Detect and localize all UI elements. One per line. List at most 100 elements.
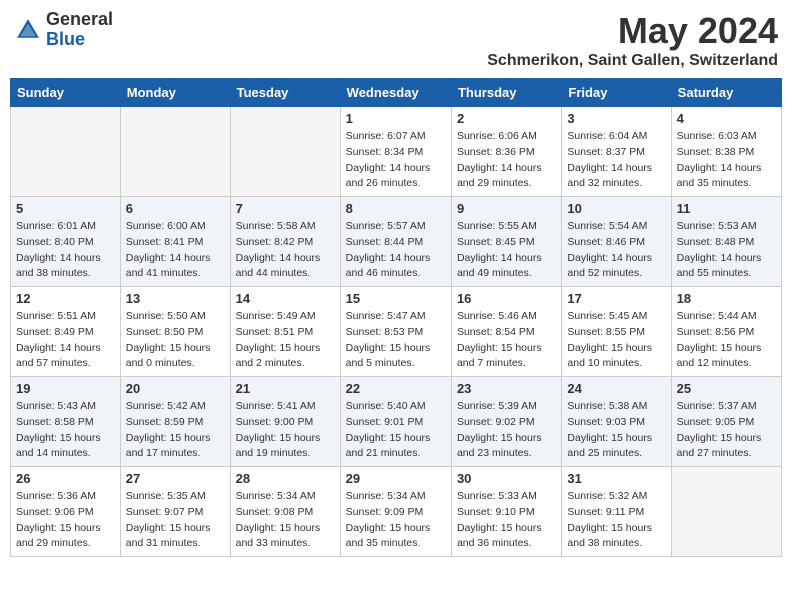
day-number: 27	[126, 471, 225, 486]
calendar-day-cell: 4 Sunrise: 6:03 AMSunset: 8:38 PMDaylight…	[671, 107, 781, 197]
logo-general-text: General	[46, 10, 113, 30]
day-info: Sunrise: 5:49 AMSunset: 8:51 PMDaylight:…	[236, 309, 335, 372]
calendar-day-cell: 30 Sunrise: 5:33 AMSunset: 9:10 PMDayligh…	[451, 467, 561, 557]
day-info: Sunrise: 5:58 AMSunset: 8:42 PMDaylight:…	[236, 219, 335, 282]
calendar-day-cell: 24 Sunrise: 5:38 AMSunset: 9:03 PMDayligh…	[562, 377, 671, 467]
day-number: 10	[567, 201, 665, 216]
day-info: Sunrise: 5:33 AMSunset: 9:10 PMDaylight:…	[457, 489, 556, 552]
calendar-day-cell: 1Sunrise: 6:07 AMSunset: 8:34 PMDaylight…	[340, 107, 451, 197]
day-info: Sunrise: 5:54 AMSunset: 8:46 PMDaylight:…	[567, 219, 665, 282]
day-info: Sunrise: 6:03 AMSunset: 8:38 PMDaylight:…	[677, 129, 776, 192]
day-info: Sunrise: 5:47 AMSunset: 8:53 PMDaylight:…	[346, 309, 446, 372]
calendar-day-cell: 15 Sunrise: 5:47 AMSunset: 8:53 PMDayligh…	[340, 287, 451, 377]
day-number: 6	[126, 201, 225, 216]
day-number: 28	[236, 471, 335, 486]
day-number: 7	[236, 201, 335, 216]
day-info: Sunrise: 5:51 AMSunset: 8:49 PMDaylight:…	[16, 309, 115, 372]
day-info: Sunrise: 5:39 AMSunset: 9:02 PMDaylight:…	[457, 399, 556, 462]
calendar-day-cell: 16Sunrise: 5:46 AMSunset: 8:54 PMDayligh…	[451, 287, 561, 377]
calendar-day-cell: 18 Sunrise: 5:44 AMSunset: 8:56 PMDayligh…	[671, 287, 781, 377]
day-info: Sunrise: 5:37 AMSunset: 9:05 PMDaylight:…	[677, 399, 776, 462]
day-info: Sunrise: 5:41 AMSunset: 9:00 PMDaylight:…	[236, 399, 335, 462]
day-number: 15	[346, 291, 446, 306]
calendar-day-cell	[11, 107, 121, 197]
weekday-header-cell: Tuesday	[230, 79, 340, 107]
day-number: 18	[677, 291, 776, 306]
day-number: 5	[16, 201, 115, 216]
calendar-day-cell: 23 Sunrise: 5:39 AMSunset: 9:02 PMDayligh…	[451, 377, 561, 467]
day-info: Sunrise: 5:55 AMSunset: 8:45 PMDaylight:…	[457, 219, 556, 282]
day-info: Sunrise: 5:53 AMSunset: 8:48 PMDaylight:…	[677, 219, 776, 282]
day-number: 21	[236, 381, 335, 396]
calendar-day-cell	[671, 467, 781, 557]
day-number: 29	[346, 471, 446, 486]
day-info: Sunrise: 5:32 AMSunset: 9:11 PMDaylight:…	[567, 489, 665, 552]
day-number: 8	[346, 201, 446, 216]
month-title: May 2024	[487, 10, 778, 52]
day-info: Sunrise: 5:35 AMSunset: 9:07 PMDaylight:…	[126, 489, 225, 552]
logo-icon	[14, 16, 42, 44]
calendar-day-cell: 13 Sunrise: 5:50 AMSunset: 8:50 PMDayligh…	[120, 287, 230, 377]
day-number: 23	[457, 381, 556, 396]
weekday-header-cell: Friday	[562, 79, 671, 107]
day-number: 26	[16, 471, 115, 486]
calendar-day-cell: 27 Sunrise: 5:35 AMSunset: 9:07 PMDayligh…	[120, 467, 230, 557]
calendar-day-cell: 10 Sunrise: 5:54 AMSunset: 8:46 PMDayligh…	[562, 197, 671, 287]
day-number: 2	[457, 111, 556, 126]
calendar-day-cell	[120, 107, 230, 197]
calendar-day-cell	[230, 107, 340, 197]
calendar-day-cell: 6 Sunrise: 6:00 AMSunset: 8:41 PMDaylight…	[120, 197, 230, 287]
calendar-day-cell: 25Sunrise: 5:37 AMSunset: 9:05 PMDayligh…	[671, 377, 781, 467]
calendar-day-cell: 12 Sunrise: 5:51 AMSunset: 8:49 PMDayligh…	[11, 287, 121, 377]
day-info: Sunrise: 5:38 AMSunset: 9:03 PMDaylight:…	[567, 399, 665, 462]
location-title: Schmerikon, Saint Gallen, Switzerland	[487, 52, 778, 70]
day-number: 1	[346, 111, 446, 126]
calendar-day-cell: 20Sunrise: 5:42 AMSunset: 8:59 PMDayligh…	[120, 377, 230, 467]
logo-blue-text: Blue	[46, 30, 113, 50]
calendar-day-cell: 17Sunrise: 5:45 AMSunset: 8:55 PMDayligh…	[562, 287, 671, 377]
day-number: 12	[16, 291, 115, 306]
title-block: May 2024 Schmerikon, Saint Gallen, Switz…	[487, 10, 778, 70]
page-header: General Blue May 2024 Schmerikon, Saint …	[10, 10, 782, 70]
day-info: Sunrise: 5:44 AMSunset: 8:56 PMDaylight:…	[677, 309, 776, 372]
calendar-day-cell: 29 Sunrise: 5:34 AMSunset: 9:09 PMDayligh…	[340, 467, 451, 557]
day-info: Sunrise: 5:57 AMSunset: 8:44 PMDaylight:…	[346, 219, 446, 282]
day-info: Sunrise: 6:00 AMSunset: 8:41 PMDaylight:…	[126, 219, 225, 282]
weekday-header-cell: Monday	[120, 79, 230, 107]
calendar-day-cell: 14 Sunrise: 5:49 AMSunset: 8:51 PMDayligh…	[230, 287, 340, 377]
day-number: 30	[457, 471, 556, 486]
calendar-day-cell: 2Sunrise: 6:06 AMSunset: 8:36 PMDaylight…	[451, 107, 561, 197]
calendar-week-row: 12 Sunrise: 5:51 AMSunset: 8:49 PMDayligh…	[11, 287, 782, 377]
calendar-day-cell: 8 Sunrise: 5:57 AMSunset: 8:44 PMDaylight…	[340, 197, 451, 287]
day-info: Sunrise: 5:46 AMSunset: 8:54 PMDaylight:…	[457, 309, 556, 372]
day-info: Sunrise: 5:34 AMSunset: 9:09 PMDaylight:…	[346, 489, 446, 552]
day-info: Sunrise: 6:01 AMSunset: 8:40 PMDaylight:…	[16, 219, 115, 282]
calendar-day-cell: 11 Sunrise: 5:53 AMSunset: 8:48 PMDayligh…	[671, 197, 781, 287]
day-number: 11	[677, 201, 776, 216]
calendar-body: 1Sunrise: 6:07 AMSunset: 8:34 PMDaylight…	[11, 107, 782, 557]
day-number: 17	[567, 291, 665, 306]
calendar-day-cell: 22Sunrise: 5:40 AMSunset: 9:01 PMDayligh…	[340, 377, 451, 467]
weekday-header-cell: Sunday	[11, 79, 121, 107]
day-info: Sunrise: 6:04 AMSunset: 8:37 PMDaylight:…	[567, 129, 665, 192]
day-number: 14	[236, 291, 335, 306]
calendar-day-cell: 5 Sunrise: 6:01 AMSunset: 8:40 PMDaylight…	[11, 197, 121, 287]
calendar-day-cell: 21 Sunrise: 5:41 AMSunset: 9:00 PMDayligh…	[230, 377, 340, 467]
day-number: 19	[16, 381, 115, 396]
calendar-day-cell: 9Sunrise: 5:55 AMSunset: 8:45 PMDaylight…	[451, 197, 561, 287]
day-number: 13	[126, 291, 225, 306]
day-info: Sunrise: 5:34 AMSunset: 9:08 PMDaylight:…	[236, 489, 335, 552]
calendar-day-cell: 7 Sunrise: 5:58 AMSunset: 8:42 PMDaylight…	[230, 197, 340, 287]
calendar-week-row: 26 Sunrise: 5:36 AMSunset: 9:06 PMDayligh…	[11, 467, 782, 557]
day-info: Sunrise: 5:50 AMSunset: 8:50 PMDaylight:…	[126, 309, 225, 372]
day-number: 4	[677, 111, 776, 126]
logo: General Blue	[14, 10, 113, 50]
weekday-header-cell: Wednesday	[340, 79, 451, 107]
day-number: 31	[567, 471, 665, 486]
weekday-header-cell: Saturday	[671, 79, 781, 107]
day-info: Sunrise: 5:36 AMSunset: 9:06 PMDaylight:…	[16, 489, 115, 552]
day-number: 20	[126, 381, 225, 396]
calendar-day-cell: 26 Sunrise: 5:36 AMSunset: 9:06 PMDayligh…	[11, 467, 121, 557]
day-number: 24	[567, 381, 665, 396]
calendar-day-cell: 3Sunrise: 6:04 AMSunset: 8:37 PMDaylight…	[562, 107, 671, 197]
